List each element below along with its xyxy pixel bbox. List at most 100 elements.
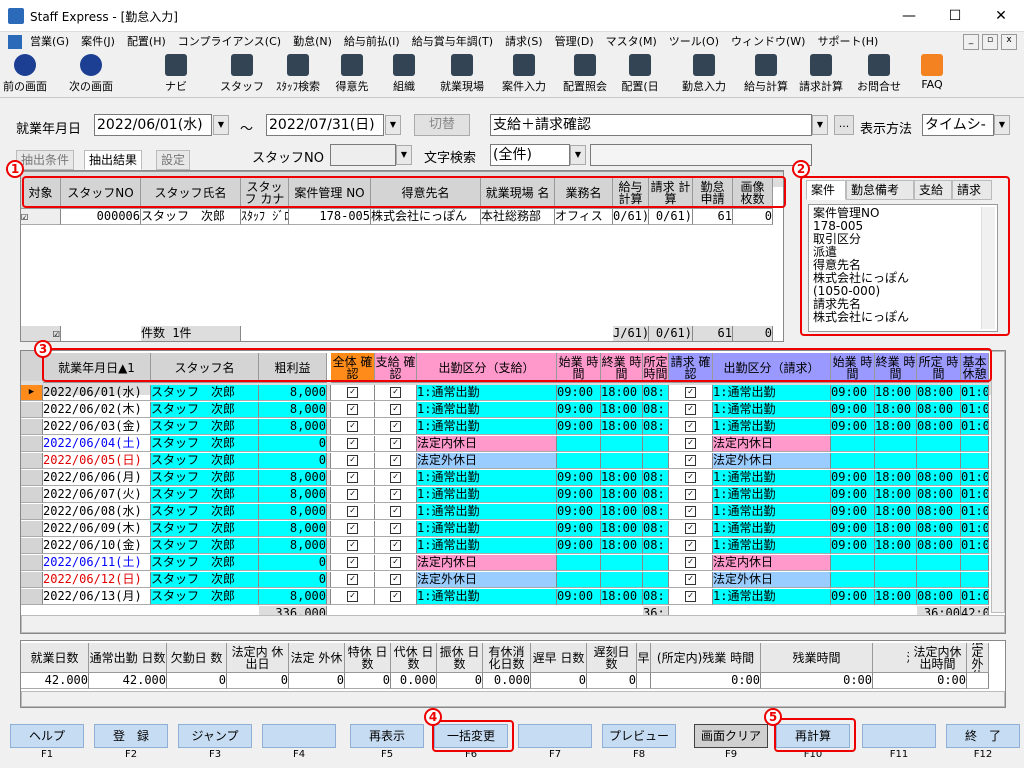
pay-confirm-checkbox[interactable]: ✓	[375, 453, 417, 469]
pay-confirm-checkbox[interactable]: ✓	[375, 504, 417, 520]
bill-start-time[interactable]: 09:00	[831, 487, 875, 503]
bill-attendance-type[interactable]: 法定内休日	[713, 555, 831, 571]
ellipsis-button[interactable]: ...	[834, 115, 854, 135]
all-confirm-checkbox[interactable]: ✓	[331, 402, 375, 418]
date-to-input[interactable]: 2022/07/31(日)	[266, 114, 384, 136]
all-confirm-checkbox[interactable]: ✓	[331, 521, 375, 537]
pay-start-time[interactable]: 09:00	[557, 521, 601, 537]
all-confirm-checkbox[interactable]: ✓	[331, 555, 375, 571]
lower-horizontal-scrollbar[interactable]	[21, 615, 1005, 633]
row-indicator[interactable]	[21, 572, 43, 588]
bill-attendance-type[interactable]: 1:通常出勤	[713, 385, 831, 401]
all-confirm-checkbox[interactable]: ✓	[331, 538, 375, 554]
row-indicator[interactable]	[21, 453, 43, 469]
pay-attendance-type[interactable]: 法定外休日	[417, 453, 557, 469]
pay-start-time[interactable]: 09:00	[557, 419, 601, 435]
menu-item-2[interactable]: 配置(H)	[121, 32, 172, 52]
bill-confirm-checkbox[interactable]: ✓	[669, 436, 713, 452]
pay-attendance-type[interactable]: 1:通常出勤	[417, 589, 557, 605]
row-indicator[interactable]	[21, 470, 43, 486]
pay-start-time[interactable]	[557, 555, 601, 571]
bill-end-time[interactable]	[875, 436, 917, 452]
bill-confirm-checkbox[interactable]: ✓	[669, 487, 713, 503]
pay-start-time[interactable]	[557, 572, 601, 588]
pay-confirm-checkbox[interactable]: ✓	[375, 589, 417, 605]
pay-end-time[interactable]: 18:00	[601, 487, 643, 503]
row-indicator[interactable]	[21, 419, 43, 435]
minimize-button[interactable]: —	[886, 0, 932, 32]
bill-end-time[interactable]: 18:00	[875, 538, 917, 554]
toolbar-button-12[interactable]: 給与計算	[740, 54, 792, 96]
bill-start-time[interactable]	[831, 555, 875, 571]
all-confirm-checkbox[interactable]: ✓	[331, 589, 375, 605]
pay-attendance-type[interactable]: 法定内休日	[417, 436, 557, 452]
bill-end-time[interactable]: 18:00	[875, 487, 917, 503]
pay-end-time[interactable]	[601, 436, 643, 452]
bill-attendance-type[interactable]: 法定内休日	[713, 436, 831, 452]
bill-end-time[interactable]	[875, 555, 917, 571]
date-to-dropdown[interactable]: ▼	[385, 115, 401, 135]
fkey-button-4[interactable]	[262, 724, 336, 748]
lower-vertical-scrollbar[interactable]	[991, 351, 1005, 613]
mode-dropdown[interactable]: ▼	[812, 115, 828, 135]
bill-start-time[interactable]	[831, 572, 875, 588]
bill-start-time[interactable]	[831, 436, 875, 452]
row-indicator[interactable]	[21, 436, 43, 452]
staff-no-select[interactable]	[330, 144, 396, 166]
menu-item-4[interactable]: 勤怠(N)	[287, 32, 338, 52]
bill-confirm-checkbox[interactable]: ✓	[669, 419, 713, 435]
bill-end-time[interactable]: 18:00	[875, 402, 917, 418]
pay-end-time[interactable]: 18:00	[601, 402, 643, 418]
menu-item-3[interactable]: コンプライアンス(C)	[172, 32, 287, 52]
pay-start-time[interactable]: 09:00	[557, 487, 601, 503]
pay-end-time[interactable]	[601, 453, 643, 469]
toolbar-button-2[interactable]: ナビ	[150, 54, 202, 96]
pay-start-time[interactable]	[557, 436, 601, 452]
toolbar-button-8[interactable]: 案件入力	[498, 54, 550, 96]
pay-confirm-checkbox[interactable]: ✓	[375, 572, 417, 588]
maximize-button[interactable]: ☐	[932, 0, 978, 32]
fkey-button-2[interactable]: 登 録	[94, 724, 168, 748]
mdi-restore[interactable]: ▫	[982, 34, 998, 50]
text-search-input[interactable]	[590, 144, 812, 166]
summary-horizontal-scrollbar[interactable]	[21, 691, 1005, 707]
bill-end-time[interactable]: 18:00	[875, 385, 917, 401]
bill-start-time[interactable]	[831, 453, 875, 469]
pay-end-time[interactable]	[601, 572, 643, 588]
pay-attendance-type[interactable]: 1:通常出勤	[417, 538, 557, 554]
display-method-dropdown[interactable]: ▼	[994, 115, 1010, 135]
all-confirm-checkbox[interactable]: ✓	[331, 470, 375, 486]
all-confirm-checkbox[interactable]: ✓	[331, 419, 375, 435]
tab-extract-result[interactable]: 抽出結果	[84, 150, 143, 170]
display-method-select[interactable]: タイムシ-	[922, 114, 994, 136]
pay-attendance-type[interactable]: 1:通常出勤	[417, 470, 557, 486]
bill-start-time[interactable]: 09:00	[831, 385, 875, 401]
pay-confirm-checkbox[interactable]: ✓	[375, 436, 417, 452]
pay-end-time[interactable]: 18:00	[601, 589, 643, 605]
bill-end-time[interactable]: 18:00	[875, 504, 917, 520]
bill-confirm-checkbox[interactable]: ✓	[669, 521, 713, 537]
bill-attendance-type[interactable]: 法定外休日	[713, 572, 831, 588]
menu-item-0[interactable]: 営業(G)	[24, 32, 75, 52]
pay-attendance-type[interactable]: 1:通常出勤	[417, 521, 557, 537]
toolbar-button-14[interactable]: お問合せ	[852, 54, 906, 96]
row-indicator[interactable]	[21, 487, 43, 503]
pay-confirm-checkbox[interactable]: ✓	[375, 538, 417, 554]
bill-start-time[interactable]: 09:00	[831, 402, 875, 418]
pay-attendance-type[interactable]: 1:通常出勤	[417, 419, 557, 435]
pay-confirm-checkbox[interactable]: ✓	[375, 555, 417, 571]
bill-end-time[interactable]	[875, 453, 917, 469]
menu-item-1[interactable]: 案件(J)	[75, 32, 121, 52]
pay-start-time[interactable]	[557, 453, 601, 469]
menu-item-8[interactable]: 管理(D)	[549, 32, 600, 52]
bill-attendance-type[interactable]: 1:通常出勤	[713, 589, 831, 605]
bill-confirm-checkbox[interactable]: ✓	[669, 504, 713, 520]
pay-start-time[interactable]: 09:00	[557, 504, 601, 520]
menu-item-9[interactable]: マスタ(M)	[600, 32, 663, 52]
pay-start-time[interactable]: 09:00	[557, 589, 601, 605]
row-indicator[interactable]: ▶	[21, 385, 43, 401]
menu-item-11[interactable]: ウィンドウ(W)	[725, 32, 811, 52]
menu-item-6[interactable]: 給与賞与年調(T)	[406, 32, 499, 52]
pay-attendance-type[interactable]: 法定外休日	[417, 572, 557, 588]
pay-start-time[interactable]: 09:00	[557, 402, 601, 418]
